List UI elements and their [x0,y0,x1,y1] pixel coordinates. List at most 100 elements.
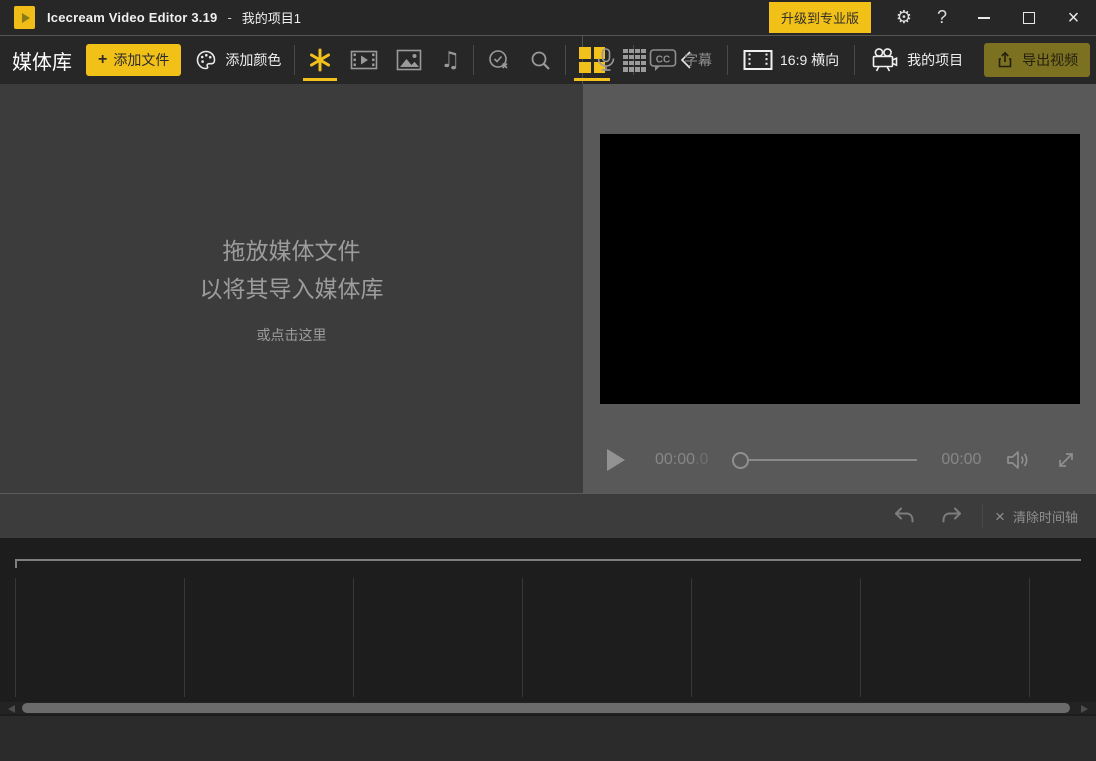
title-divider: - [227,10,231,25]
main-area: 拖放媒体文件 以将其导入媒体库 或点击这里 00:00.0 00:00 [0,84,1096,493]
image-icon [396,49,422,71]
tab-audio[interactable]: ♫ [431,36,469,84]
toolbar-separator [473,45,474,75]
project-toolbar: CC 字幕 16:9 横向 [583,36,1096,84]
timeline-gridline [184,578,185,697]
app-logo-icon [14,6,35,29]
add-file-button[interactable]: + 添加文件 [86,44,181,76]
add-color-label: 添加颜色 [225,50,281,70]
scroll-left-arrow[interactable] [8,705,15,713]
microphone-icon [594,47,618,73]
aspect-ratio-button[interactable]: 16:9 横向 [732,36,850,84]
music-note-icon: ♫ [440,48,460,73]
search-button[interactable] [520,36,561,84]
clear-timeline-button[interactable]: × 清除时间轴 [991,507,1082,526]
close-icon: × [1068,8,1080,28]
timeline-gridline [522,578,523,697]
help-icon: ? [937,7,947,28]
aspect-frame-icon [743,49,773,71]
toolbar-separator [294,45,295,75]
clear-timeline-label: 清除时间轴 [1013,507,1078,526]
undo-button[interactable] [882,506,926,526]
timeline-toolbar-separator [982,504,983,528]
filter-unused-button[interactable] [478,36,520,84]
seek-slider[interactable] [732,452,917,469]
fullscreen-button[interactable] [1055,449,1077,471]
minimize-icon [978,17,990,19]
palette-icon [194,48,218,72]
help-button[interactable]: ? [923,0,961,35]
toolbar-separator [565,45,566,75]
scroll-right-arrow[interactable] [1081,705,1088,713]
redo-button[interactable] [930,506,974,526]
close-button[interactable]: × [1051,0,1096,35]
settings-button[interactable]: ⚙ [885,0,923,35]
timeline-area[interactable] [0,538,1096,716]
upgrade-to-pro-button[interactable]: 升级到专业版 [769,2,871,33]
project-name: 我的项目1 [242,8,301,27]
record-voice-button[interactable] [583,36,629,84]
title-bar: Icecream Video Editor 3.19 - 我的项目1 升级到专业… [0,0,1096,36]
my-projects-label: 我的项目 [907,50,963,70]
timeline-gridline [860,578,861,697]
volume-button[interactable] [1005,448,1031,472]
svg-text:CC: CC [656,54,670,65]
click-hint: 或点击这里 [257,325,327,345]
clear-x-icon: × [995,508,1005,525]
playhead-tick[interactable] [15,559,17,568]
maximize-icon [1023,12,1035,24]
subtitles-label: 字幕 [684,50,712,70]
star-asterisk-icon [308,47,332,73]
undo-icon [892,506,916,526]
app-window: Icecream Video Editor 3.19 - 我的项目1 升级到专业… [0,0,1096,761]
timeline-toolbar: × 清除时间轴 [0,493,1096,538]
play-button[interactable] [607,449,625,471]
minimize-button[interactable] [961,0,1006,35]
tab-videos[interactable] [341,36,387,84]
video-preview[interactable] [600,134,1080,404]
film-strip-icon [350,48,378,72]
aspect-ratio-label: 16:9 横向 [780,50,839,70]
add-file-label: 添加文件 [113,50,169,70]
timeline-gridline [353,578,354,697]
my-projects-button[interactable]: 我的项目 [859,36,974,84]
movie-camera-icon [870,47,900,73]
timeline-gridline [1029,578,1030,697]
timeline-gridline [15,578,16,697]
subtitles-button[interactable]: CC 字幕 [638,36,723,84]
media-library-dropzone[interactable]: 拖放媒体文件 以将其导入媒体库 或点击这里 [0,84,583,493]
app-title: Icecream Video Editor 3.19 [47,10,217,25]
player-panel: 00:00.0 00:00 [583,84,1096,493]
timeline-horizontal-scrollbar[interactable] [0,702,1096,714]
scrollbar-thumb[interactable] [22,703,1070,713]
seek-track[interactable] [749,459,917,461]
current-time-fraction: .0 [695,451,708,468]
toolbar: 媒体库 + 添加文件 添加颜色 [0,36,1096,84]
add-color-button[interactable]: 添加颜色 [185,36,290,84]
redo-icon [940,506,964,526]
export-video-label: 导出视频 [1022,50,1078,70]
upload-icon [996,51,1014,69]
maximize-button[interactable] [1006,0,1051,35]
media-library-toolbar: 媒体库 + 添加文件 添加颜色 [0,36,583,84]
current-time: 00:00.0 [655,451,708,469]
tab-all-media[interactable] [299,36,341,84]
total-time: 00:00 [941,451,981,469]
volume-icon [1005,448,1031,472]
player-controls: 00:00.0 00:00 [600,436,1079,484]
cc-subtitles-icon: CC [649,48,677,73]
bottom-strip [0,716,1096,761]
check-circle-x-icon [487,48,511,72]
drop-hint-line2: 以将其导入媒体库 [200,271,384,309]
active-tab-underline [303,78,337,81]
gear-icon: ⚙ [896,7,912,28]
timeline-gridline [691,578,692,697]
drop-hint-line1: 拖放媒体文件 [223,233,361,271]
toolbar-separator [727,45,728,75]
plus-icon: + [98,52,107,68]
tab-photos[interactable] [387,36,431,84]
seek-handle[interactable] [732,452,749,469]
toolbar-separator [854,45,855,75]
export-video-button[interactable]: 导出视频 [984,43,1090,77]
media-library-title: 媒体库 [12,46,72,75]
